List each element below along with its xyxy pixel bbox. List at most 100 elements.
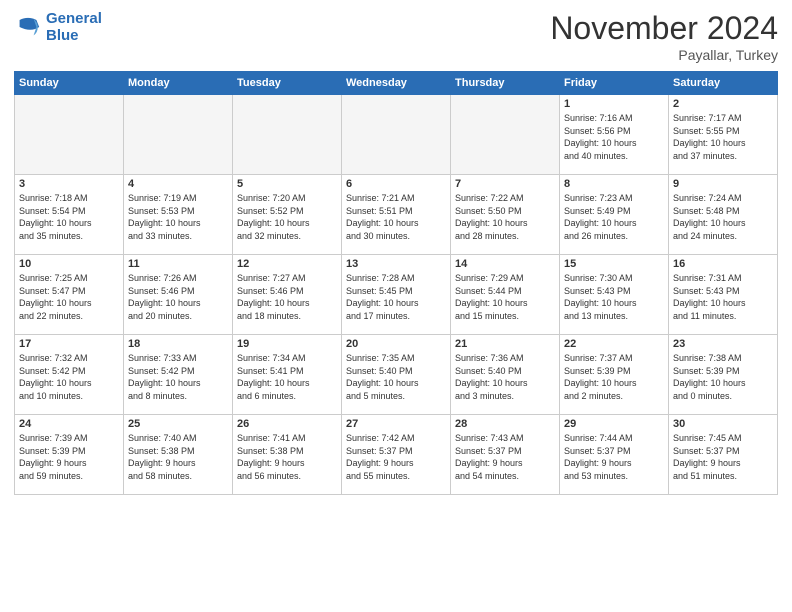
day-number: 25 [128, 418, 228, 430]
logo-line2: Blue [46, 27, 102, 44]
day-info: Sunrise: 7:44 AM Sunset: 5:37 PM Dayligh… [564, 432, 664, 482]
day-number: 16 [673, 258, 773, 270]
day-number: 20 [346, 338, 446, 350]
day-cell: 8 Sunrise: 7:23 AM Sunset: 5:49 PM Daylig… [560, 175, 669, 255]
day-info: Sunrise: 7:18 AM Sunset: 5:54 PM Dayligh… [19, 192, 119, 242]
day-cell: 14Sunrise: 7:29 AM Sunset: 5:44 PM Dayli… [451, 255, 560, 335]
day-cell [124, 95, 233, 175]
day-cell: 21 Sunrise: 7:36 AM Sunset: 5:40 PM Dayli… [451, 335, 560, 415]
day-number: 30 [673, 418, 773, 430]
day-number: 13 [346, 258, 446, 270]
day-number: 17 [19, 338, 119, 350]
day-info: Sunrise: 7:22 AM Sunset: 5:50 PM Dayligh… [455, 192, 555, 242]
day-info: Sunrise: 7:37 AM Sunset: 5:39 PM Dayligh… [564, 352, 664, 402]
day-cell: 1 Sunrise: 7:16 AM Sunset: 5:56 PM Daylig… [560, 95, 669, 175]
day-info: Sunrise: 7:34 AM Sunset: 5:41 PM Dayligh… [237, 352, 337, 402]
day-number: 5 [237, 178, 337, 190]
day-cell [15, 95, 124, 175]
day-number: 22 [564, 338, 664, 350]
logo-text-block: General Blue [46, 10, 102, 45]
day-info: Sunrise: 7:36 AM Sunset: 5:40 PM Dayligh… [455, 352, 555, 402]
weekday-header-monday: Monday [124, 72, 233, 95]
day-info: Sunrise: 7:20 AM Sunset: 5:52 PM Dayligh… [237, 192, 337, 242]
week-row-3: 10Sunrise: 7:25 AM Sunset: 5:47 PM Dayli… [15, 255, 778, 335]
weekday-header-thursday: Thursday [451, 72, 560, 95]
day-number: 23 [673, 338, 773, 350]
month-title: November 2024 [550, 10, 778, 47]
day-cell: 26 Sunrise: 7:41 AM Sunset: 5:38 PM Dayli… [233, 415, 342, 495]
day-number: 18 [128, 338, 228, 350]
day-cell: 24Sunrise: 7:39 AM Sunset: 5:39 PM Dayli… [15, 415, 124, 495]
week-row-5: 24Sunrise: 7:39 AM Sunset: 5:39 PM Dayli… [15, 415, 778, 495]
day-info: Sunrise: 7:21 AM Sunset: 5:51 PM Dayligh… [346, 192, 446, 242]
day-number: 1 [564, 98, 664, 110]
day-cell: 10Sunrise: 7:25 AM Sunset: 5:47 PM Dayli… [15, 255, 124, 335]
day-cell: 22 Sunrise: 7:37 AM Sunset: 5:39 PM Dayli… [560, 335, 669, 415]
day-number: 4 [128, 178, 228, 190]
day-cell: 11Sunrise: 7:26 AM Sunset: 5:46 PM Dayli… [124, 255, 233, 335]
day-number: 19 [237, 338, 337, 350]
page: General Blue November 2024 Payallar, Tur… [0, 0, 792, 612]
location-subtitle: Payallar, Turkey [550, 47, 778, 63]
day-info: Sunrise: 7:16 AM Sunset: 5:56 PM Dayligh… [564, 112, 664, 162]
weekday-header-friday: Friday [560, 72, 669, 95]
day-info: Sunrise: 7:28 AM Sunset: 5:45 PM Dayligh… [346, 272, 446, 322]
weekday-header-tuesday: Tuesday [233, 72, 342, 95]
day-number: 10 [19, 258, 119, 270]
logo: General Blue [14, 10, 102, 45]
day-number: 7 [455, 178, 555, 190]
day-number: 9 [673, 178, 773, 190]
day-info: Sunrise: 7:40 AM Sunset: 5:38 PM Dayligh… [128, 432, 228, 482]
day-number: 28 [455, 418, 555, 430]
day-number: 26 [237, 418, 337, 430]
day-info: Sunrise: 7:27 AM Sunset: 5:46 PM Dayligh… [237, 272, 337, 322]
day-info: Sunrise: 7:24 AM Sunset: 5:48 PM Dayligh… [673, 192, 773, 242]
day-number: 3 [19, 178, 119, 190]
logo-icon [14, 13, 42, 41]
day-info: Sunrise: 7:38 AM Sunset: 5:39 PM Dayligh… [673, 352, 773, 402]
day-cell: 19 Sunrise: 7:34 AM Sunset: 5:41 PM Dayli… [233, 335, 342, 415]
day-cell: 17Sunrise: 7:32 AM Sunset: 5:42 PM Dayli… [15, 335, 124, 415]
day-cell [451, 95, 560, 175]
day-info: Sunrise: 7:23 AM Sunset: 5:49 PM Dayligh… [564, 192, 664, 242]
day-cell: 12Sunrise: 7:27 AM Sunset: 5:46 PM Dayli… [233, 255, 342, 335]
day-cell [233, 95, 342, 175]
day-info: Sunrise: 7:19 AM Sunset: 5:53 PM Dayligh… [128, 192, 228, 242]
day-number: 6 [346, 178, 446, 190]
day-number: 27 [346, 418, 446, 430]
week-row-2: 3 Sunrise: 7:18 AM Sunset: 5:54 PM Daylig… [15, 175, 778, 255]
day-number: 15 [564, 258, 664, 270]
day-info: Sunrise: 7:33 AM Sunset: 5:42 PM Dayligh… [128, 352, 228, 402]
day-cell: 15Sunrise: 7:30 AM Sunset: 5:43 PM Dayli… [560, 255, 669, 335]
day-info: Sunrise: 7:35 AM Sunset: 5:40 PM Dayligh… [346, 352, 446, 402]
day-cell: 30Sunrise: 7:45 AM Sunset: 5:37 PM Dayli… [669, 415, 778, 495]
day-number: 8 [564, 178, 664, 190]
day-number: 21 [455, 338, 555, 350]
day-cell: 9 Sunrise: 7:24 AM Sunset: 5:48 PM Daylig… [669, 175, 778, 255]
day-info: Sunrise: 7:42 AM Sunset: 5:37 PM Dayligh… [346, 432, 446, 482]
header-row: SundayMondayTuesdayWednesdayThursdayFrid… [15, 72, 778, 95]
day-info: Sunrise: 7:31 AM Sunset: 5:43 PM Dayligh… [673, 272, 773, 322]
week-row-1: 1 Sunrise: 7:16 AM Sunset: 5:56 PM Daylig… [15, 95, 778, 175]
day-cell: 7 Sunrise: 7:22 AM Sunset: 5:50 PM Daylig… [451, 175, 560, 255]
calendar-table: SundayMondayTuesdayWednesdayThursdayFrid… [14, 71, 778, 495]
weekday-header-wednesday: Wednesday [342, 72, 451, 95]
day-cell: 13 Sunrise: 7:28 AM Sunset: 5:45 PM Dayli… [342, 255, 451, 335]
weekday-header-sunday: Sunday [15, 72, 124, 95]
day-cell [342, 95, 451, 175]
day-cell: 28 Sunrise: 7:43 AM Sunset: 5:37 PM Dayli… [451, 415, 560, 495]
day-info: Sunrise: 7:41 AM Sunset: 5:38 PM Dayligh… [237, 432, 337, 482]
day-cell: 27 Sunrise: 7:42 AM Sunset: 5:37 PM Dayli… [342, 415, 451, 495]
day-cell: 23 Sunrise: 7:38 AM Sunset: 5:39 PM Dayli… [669, 335, 778, 415]
weekday-header-saturday: Saturday [669, 72, 778, 95]
title-block: November 2024 Payallar, Turkey [550, 10, 778, 63]
day-info: Sunrise: 7:39 AM Sunset: 5:39 PM Dayligh… [19, 432, 119, 482]
week-row-4: 17Sunrise: 7:32 AM Sunset: 5:42 PM Dayli… [15, 335, 778, 415]
day-info: Sunrise: 7:43 AM Sunset: 5:37 PM Dayligh… [455, 432, 555, 482]
day-number: 2 [673, 98, 773, 110]
day-info: Sunrise: 7:29 AM Sunset: 5:44 PM Dayligh… [455, 272, 555, 322]
day-info: Sunrise: 7:17 AM Sunset: 5:55 PM Dayligh… [673, 112, 773, 162]
day-cell: 5 Sunrise: 7:20 AM Sunset: 5:52 PM Daylig… [233, 175, 342, 255]
day-cell: 3 Sunrise: 7:18 AM Sunset: 5:54 PM Daylig… [15, 175, 124, 255]
day-cell: 2 Sunrise: 7:17 AM Sunset: 5:55 PM Daylig… [669, 95, 778, 175]
